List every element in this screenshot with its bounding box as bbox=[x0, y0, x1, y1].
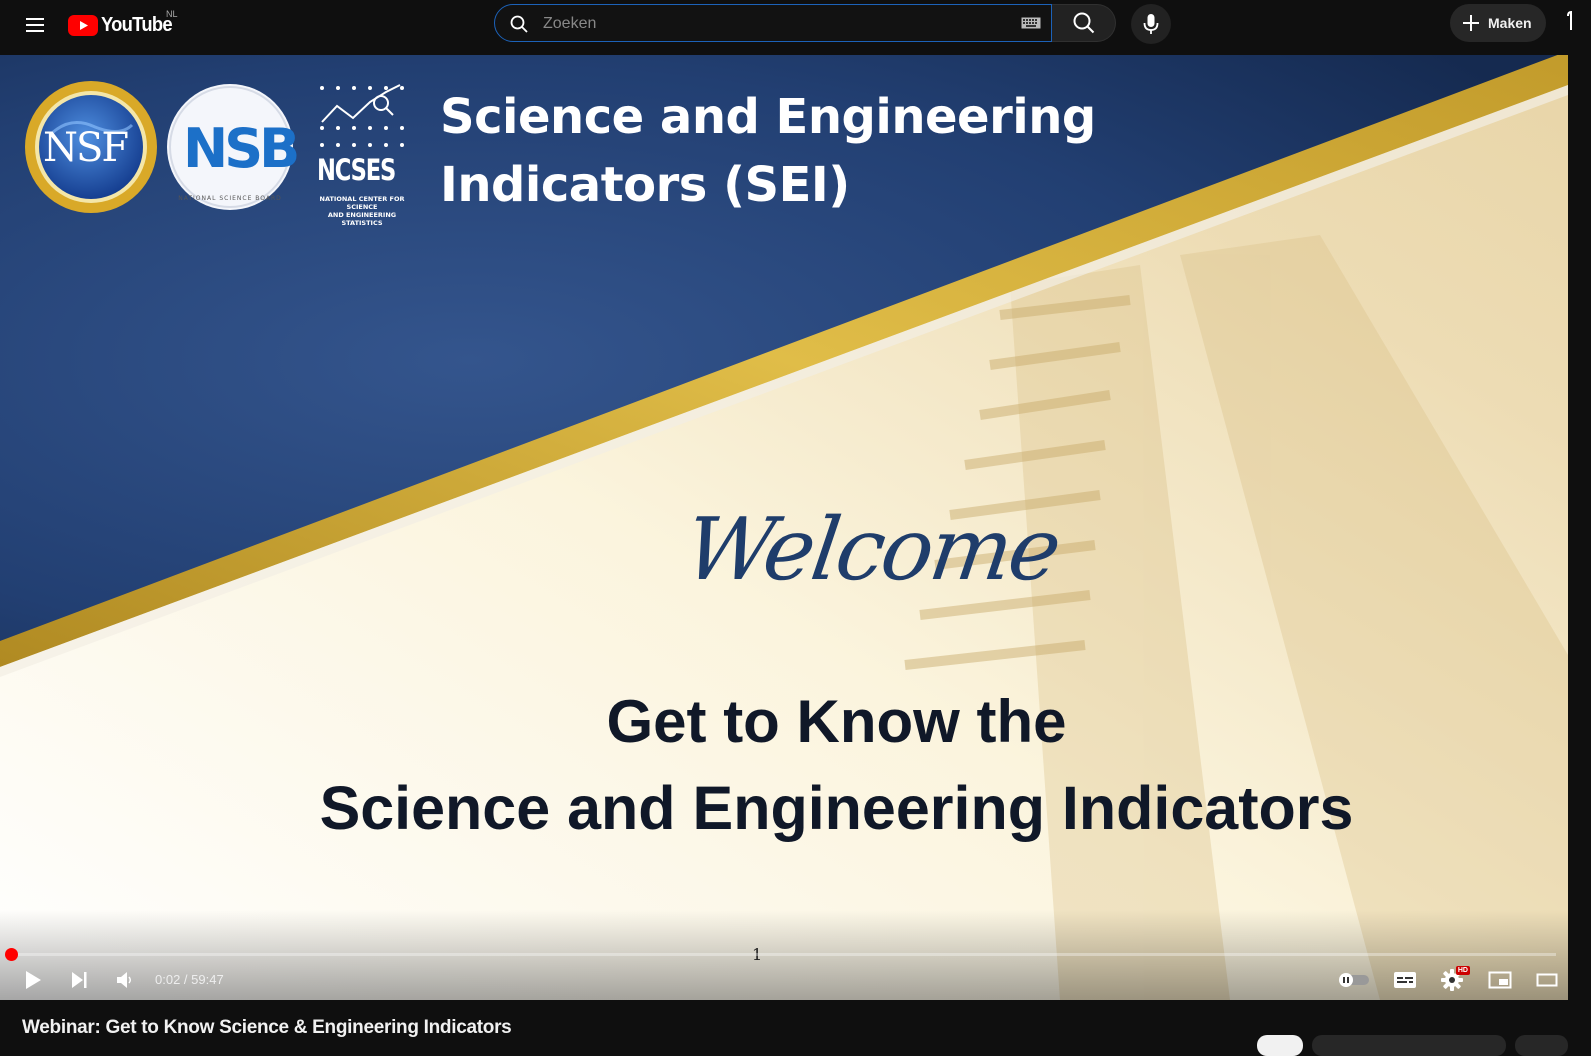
notifications-icon[interactable] bbox=[1560, 10, 1591, 40]
progress-bar[interactable] bbox=[12, 953, 1556, 956]
ncses-subtitle: NATIONAL CENTER FOR SCIENCE AND ENGINEER… bbox=[311, 195, 413, 227]
autoplay-toggle[interactable] bbox=[1336, 965, 1372, 995]
mute-button[interactable] bbox=[110, 965, 140, 995]
welcome-text: Welcome bbox=[678, 500, 1065, 600]
progress-scrubber[interactable] bbox=[5, 948, 18, 961]
voice-search-button[interactable] bbox=[1131, 4, 1171, 44]
theater-mode-icon bbox=[1536, 973, 1558, 987]
video-player[interactable]: NSF NSB NATIONAL SCIENCE BOARD NCSES NAT… bbox=[0, 55, 1568, 1000]
chip-more[interactable] bbox=[1515, 1035, 1568, 1056]
create-button[interactable]: Maken bbox=[1450, 4, 1546, 42]
theater-mode-button[interactable] bbox=[1532, 965, 1562, 995]
masthead: YouTube NL Maken bbox=[0, 0, 1591, 50]
miniplayer-icon bbox=[1488, 971, 1512, 989]
slide-title: Science and Engineering Indicators (SEI) bbox=[440, 83, 1096, 219]
next-track-icon bbox=[72, 972, 87, 988]
volume-icon bbox=[117, 972, 131, 988]
ncses-logo-text: NCSES bbox=[317, 153, 396, 187]
create-button-label: Maken bbox=[1488, 15, 1532, 31]
search-input[interactable] bbox=[541, 5, 1005, 43]
settings-button[interactable]: HD bbox=[1437, 965, 1470, 995]
video-title: Webinar: Get to Know Science & Engineeri… bbox=[22, 1017, 512, 1038]
subtitles-icon bbox=[1394, 972, 1416, 988]
youtube-logo[interactable]: YouTube bbox=[68, 10, 178, 40]
miniplayer-button[interactable] bbox=[1485, 965, 1515, 995]
keyboard-icon[interactable] bbox=[1021, 17, 1041, 29]
ncses-subtitle-line1: NATIONAL CENTER FOR SCIENCE bbox=[319, 195, 405, 211]
microphone-icon bbox=[1143, 14, 1159, 34]
play-icon bbox=[26, 971, 41, 989]
guide-menu-button[interactable] bbox=[18, 8, 52, 42]
nsb-ring-text: NATIONAL SCIENCE BOARD bbox=[178, 195, 282, 202]
hamburger-menu-icon bbox=[26, 18, 44, 32]
search-icon bbox=[1073, 12, 1094, 34]
nsb-logo-text: NSB bbox=[183, 117, 300, 180]
play-button[interactable] bbox=[18, 965, 48, 995]
subtitles-button[interactable] bbox=[1390, 965, 1420, 995]
headline-line2: Science and Engineering Indicators bbox=[319, 774, 1354, 842]
search-box[interactable] bbox=[494, 4, 1052, 43]
chip-related[interactable] bbox=[1312, 1035, 1506, 1056]
autoplay-toggle-icon bbox=[1339, 973, 1369, 987]
ncses-subtitle-line2: AND ENGINEERING STATISTICS bbox=[327, 211, 397, 227]
nsf-logo-text: NSF bbox=[43, 125, 129, 171]
plus-icon bbox=[1463, 15, 1479, 31]
time-display: 0:02 / 59:47 bbox=[155, 972, 224, 987]
search-icon bbox=[510, 15, 528, 33]
next-button[interactable] bbox=[64, 965, 94, 995]
slide-title-line2: Indicators (SEI) bbox=[440, 157, 850, 213]
hd-badge: HD bbox=[1455, 966, 1470, 975]
youtube-play-logo-icon bbox=[68, 14, 98, 36]
youtube-wordmark: YouTube bbox=[101, 13, 173, 36]
headline-line1: Get to Know the bbox=[606, 688, 1067, 755]
search-button[interactable] bbox=[1052, 4, 1116, 42]
slide-title-line1: Science and Engineering bbox=[440, 89, 1096, 145]
country-code: NL bbox=[166, 9, 178, 19]
chip-all[interactable] bbox=[1257, 1035, 1303, 1056]
